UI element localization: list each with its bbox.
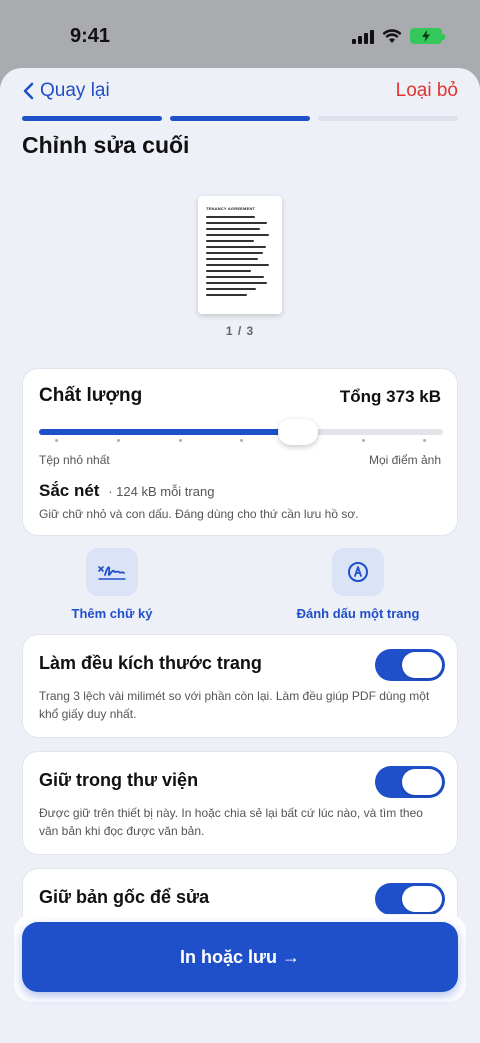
- status-icons: [352, 24, 445, 44]
- document-preview-thumbnail[interactable]: TENANCY AGREEMENT: [198, 196, 282, 314]
- slider-tick: [55, 439, 58, 442]
- discard-button[interactable]: Loại bỏ: [396, 80, 458, 102]
- quality-total-size: Tổng 373 kB: [339, 387, 441, 406]
- step-segment: [22, 116, 162, 121]
- toggle-knob: [402, 652, 442, 678]
- back-button[interactable]: Quay lại: [22, 80, 110, 102]
- markup-page-button[interactable]: Đánh dấu một trang: [258, 548, 458, 621]
- add-signature-label: Thêm chữ ký: [71, 606, 153, 621]
- document-title: TENANCY AGREEMENT: [206, 206, 256, 211]
- option-description: Được giữ trên thiết bị này. In hoặc chia…: [39, 806, 423, 838]
- toggle-knob: [402, 886, 442, 912]
- slider-tick: [362, 439, 365, 442]
- back-label: Quay lại: [40, 80, 110, 101]
- page-indicator: 1 / 3: [225, 324, 255, 338]
- keep-original-toggle[interactable]: [375, 883, 445, 915]
- step-segment: [170, 116, 310, 121]
- nav-bar: Quay lại Loại bỏ: [0, 68, 480, 118]
- edit-sheet: Quay lại Loại bỏ Chỉnh sửa cuối TENANCY …: [0, 68, 480, 1043]
- slider-min-label: Tệp nhỏ nhất: [39, 453, 110, 467]
- cellular-signal-icon: [352, 29, 374, 44]
- slider-thumb[interactable]: [277, 419, 318, 445]
- option-card-keep-in-library: Giữ trong thư viện Được giữ trên thiết b…: [22, 751, 458, 855]
- quality-card: Chất lượng Tổng 373 kB Tệp nhỏ nhất Mọi …: [22, 368, 458, 536]
- slider-fill: [39, 429, 298, 435]
- add-signature-button[interactable]: Thêm chữ ký: [22, 548, 202, 621]
- battery-icon: [410, 28, 445, 44]
- status-bar: 9:41: [0, 0, 480, 68]
- slider-tick: [117, 439, 120, 442]
- step-progress: [22, 116, 458, 121]
- option-title: Làm đều kích thước trang: [39, 653, 262, 673]
- quality-level-size: · 124 kB mỗi trang: [108, 484, 215, 499]
- option-title: Giữ bản gốc để sửa: [39, 887, 210, 907]
- quality-title: Chất lượng: [39, 385, 143, 406]
- quality-slider[interactable]: [39, 419, 443, 445]
- quality-description: Giữ chữ nhỏ và con dấu. Đáng dùng cho th…: [39, 507, 359, 521]
- slider-max-label: Mọi điểm ảnh: [368, 453, 441, 467]
- markup-page-label: Đánh dấu một trang: [296, 606, 420, 621]
- page-title: Chỉnh sửa cuối: [22, 132, 190, 158]
- signature-icon: [86, 548, 138, 596]
- edit-actions: Thêm chữ ký Đánh dấu một trang: [22, 548, 458, 628]
- step-segment: [318, 116, 458, 121]
- quality-level: Sắc nét · 124 kB mỗi trang: [39, 481, 214, 501]
- toggle-knob: [402, 769, 442, 795]
- slider-tick: [240, 439, 243, 442]
- slider-tick: [179, 439, 182, 442]
- option-title: Giữ trong thư viện: [39, 770, 199, 790]
- option-description: Trang 3 lệch vài milimét so với phần còn…: [39, 689, 430, 721]
- markup-pen-icon: [332, 548, 384, 596]
- keep-in-library-toggle[interactable]: [375, 766, 445, 798]
- wifi-icon: [382, 28, 402, 43]
- slider-ticks: [39, 439, 443, 445]
- slider-tick: [423, 439, 426, 442]
- status-time: 9:41: [70, 24, 111, 47]
- option-card-uniform-size: Làm đều kích thước trang Trang 3 lệch và…: [22, 634, 458, 738]
- chevron-left-icon: [23, 82, 34, 100]
- quality-level-name: Sắc nét: [39, 481, 100, 500]
- print-or-save-button[interactable]: In hoặc lưu →: [22, 922, 458, 992]
- uniform-size-toggle[interactable]: [375, 649, 445, 681]
